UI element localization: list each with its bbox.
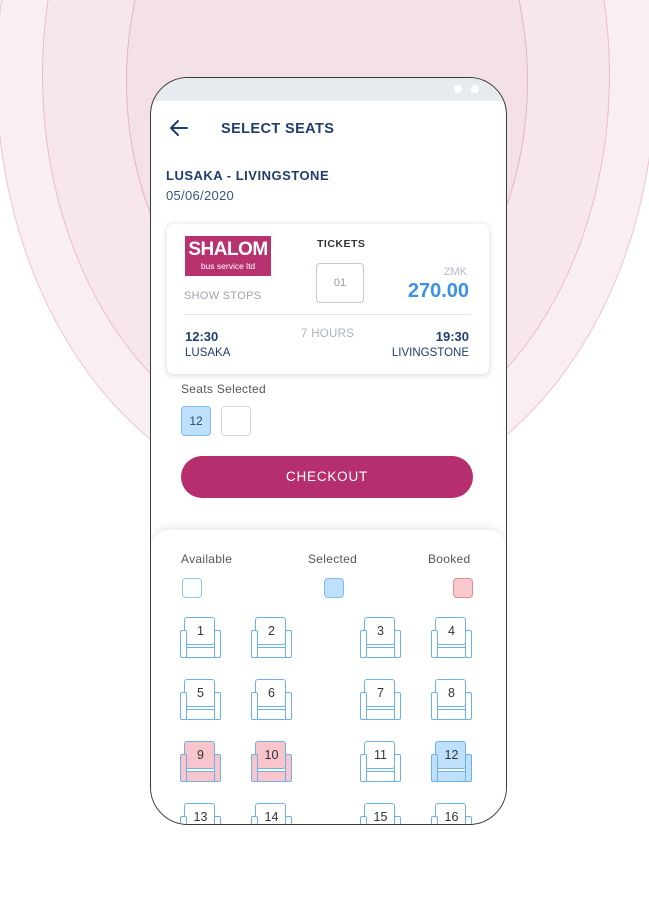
trip-duration: 7 HOURS [301,328,355,340]
legend-selected-label: Selected [308,552,358,566]
seat-number: 10 [264,748,279,762]
seat-number: 4 [448,624,455,638]
divider [184,314,471,315]
page-title: SELECT SEATS [221,121,335,137]
legend-available-swatch [182,578,202,598]
arrival-city: LIVINGSTONE [391,347,469,359]
seat-number: 13 [193,810,208,824]
seat-number: 1 [197,624,204,638]
seat-shape [257,647,286,658]
seat-booked: 9 [180,741,221,782]
seat-available[interactable]: 1 [180,617,221,658]
route-title: LUSAKA - LIVINGSTONE [166,168,330,183]
seat-number: 14 [264,810,279,824]
status-icon [454,85,462,93]
seat-number: 5 [197,686,204,700]
seat-number: 15 [373,810,388,824]
show-stops-link[interactable]: SHOW STOPS [184,290,261,302]
seat-selected[interactable]: 12 [431,741,472,782]
operator-logo: SHALOM bus service ltd [185,236,271,276]
arrow-left-icon[interactable] [168,118,190,138]
seat-shape [366,709,395,720]
legend-selected-swatch [324,578,344,598]
seat-number: 2 [268,624,275,638]
seat-shape [437,647,466,658]
seat-shape [366,647,395,658]
seat-shape [366,771,395,782]
seat-shape [437,709,466,720]
legend-booked-swatch [453,578,473,598]
logo-subtitle: bus service ltd [200,261,256,271]
selected-seat-chip[interactable]: 12 [181,406,211,436]
legend-available-label: Available [181,552,233,566]
arrival-time: 19:30 [435,329,469,344]
seat-number: 3 [377,624,384,638]
seat-number: 12 [444,748,459,762]
seat-shape [257,771,286,782]
logo-text: SHALOM [188,239,268,260]
seat-number: 8 [448,686,455,700]
phone-frame: SELECT SEATS LUSAKA - LIVINGSTONE 05/06/… [150,77,507,825]
price: 270.00 [407,280,469,302]
seat-shape [257,709,286,720]
empty-seat-chip[interactable] [221,406,251,436]
seat-available[interactable]: 3 [360,617,401,658]
checkout-button[interactable]: CHECKOUT [181,456,473,498]
status-bar [151,78,506,101]
seat-available[interactable]: 11 [360,741,401,782]
seat-shape [186,647,215,658]
seat-map-panel: Available Selected Booked 1 2 3 4 5 6 7 8 9 10 11 1… [151,530,506,824]
seat-available[interactable]: 2 [251,617,292,658]
departure-time: 12:30 [185,329,219,344]
seat-number: 16 [444,810,459,824]
seat-available[interactable]: 7 [360,679,401,720]
seat-booked: 10 [251,741,292,782]
trip-card: SHALOM bus service ltd SHOW STOPS TICKET… [167,224,489,374]
departure-city: LUSAKA [185,347,231,359]
seat-available[interactable]: 6 [251,679,292,720]
status-icon [471,85,479,93]
seat-number: 7 [377,686,384,700]
tickets-label: TICKETS [317,238,366,250]
seat-number: 11 [374,748,387,762]
seat-available[interactable]: 8 [431,679,472,720]
seat-available[interactable]: 14 [251,803,292,824]
seat-shape [186,771,215,782]
seat-shape [437,771,466,782]
seat-available[interactable]: 5 [180,679,221,720]
trip-date: 05/06/2020 [166,188,235,203]
seat-number: 9 [197,748,204,762]
seat-shape [186,709,215,720]
seat-available[interactable]: 13 [180,803,221,824]
ticket-count-field[interactable]: 01 [316,263,364,303]
seat-available[interactable]: 4 [431,617,472,658]
seats-selected-label: Seats Selected [181,382,266,396]
seat-number: 6 [268,686,275,700]
seat-available[interactable]: 16 [431,803,472,824]
seat-available[interactable]: 15 [360,803,401,824]
legend-booked-label: Booked [428,552,471,566]
currency-label: ZMK [443,266,467,278]
